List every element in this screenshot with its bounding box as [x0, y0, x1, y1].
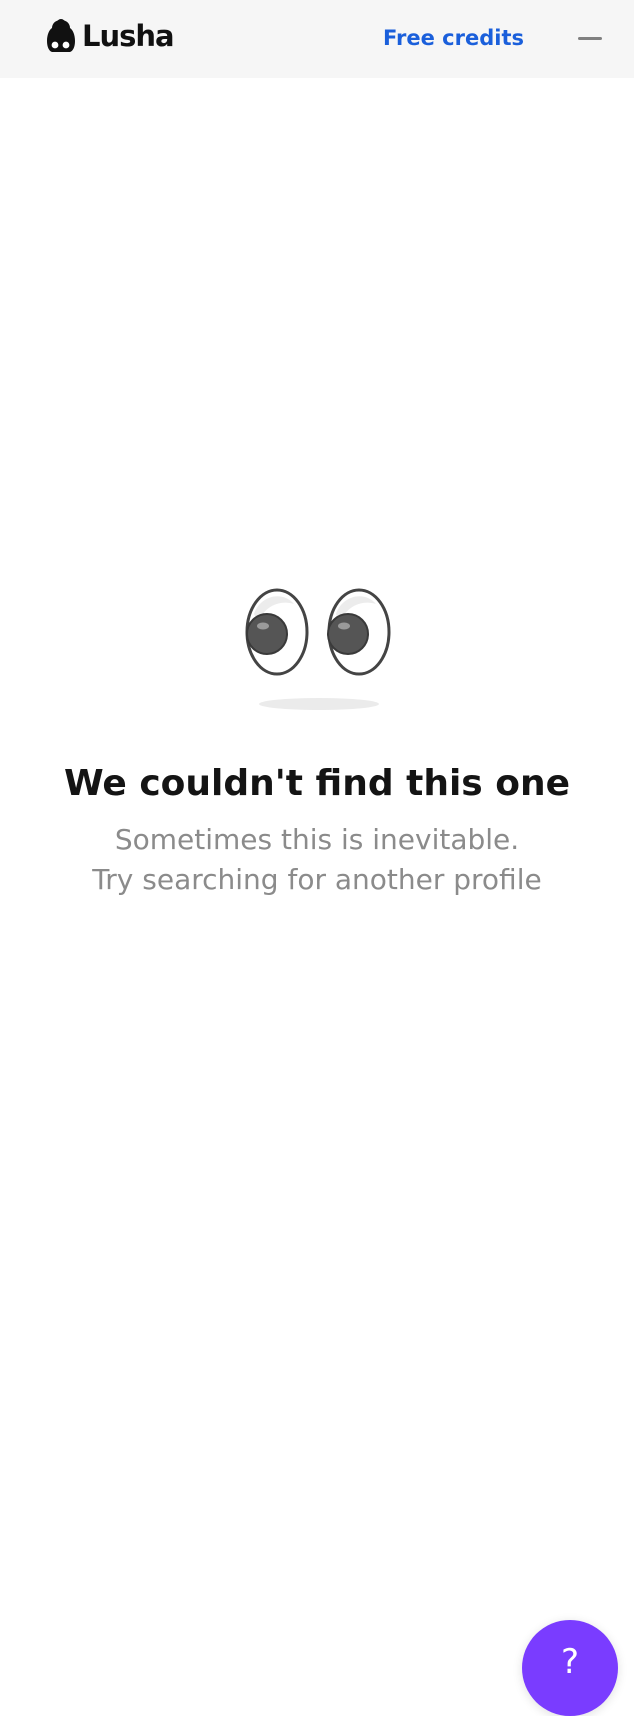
top-bar: Lusha Free credits — [0, 0, 634, 78]
help-button[interactable]: ? — [522, 1620, 618, 1716]
question-mark-icon: ? — [560, 1642, 580, 1682]
brand-logo[interactable]: Lusha — [46, 18, 175, 54]
eyes-illustration-icon — [245, 588, 391, 710]
free-credits-link[interactable]: Free credits — [383, 22, 524, 54]
empty-state-title: We couldn't find this one — [63, 763, 571, 804]
empty-state-line-1: Sometimes this is inevitable. — [114, 823, 520, 856]
brand-name: Lusha — [82, 19, 175, 53]
minimize-icon — [578, 37, 602, 40]
empty-state-line-2: Try searching for another profile — [92, 863, 542, 896]
lusha-logo-icon — [47, 19, 75, 52]
empty-state-description: Sometimes this is inevitable. Try search… — [0, 820, 634, 900]
minimize-button[interactable] — [574, 24, 606, 52]
